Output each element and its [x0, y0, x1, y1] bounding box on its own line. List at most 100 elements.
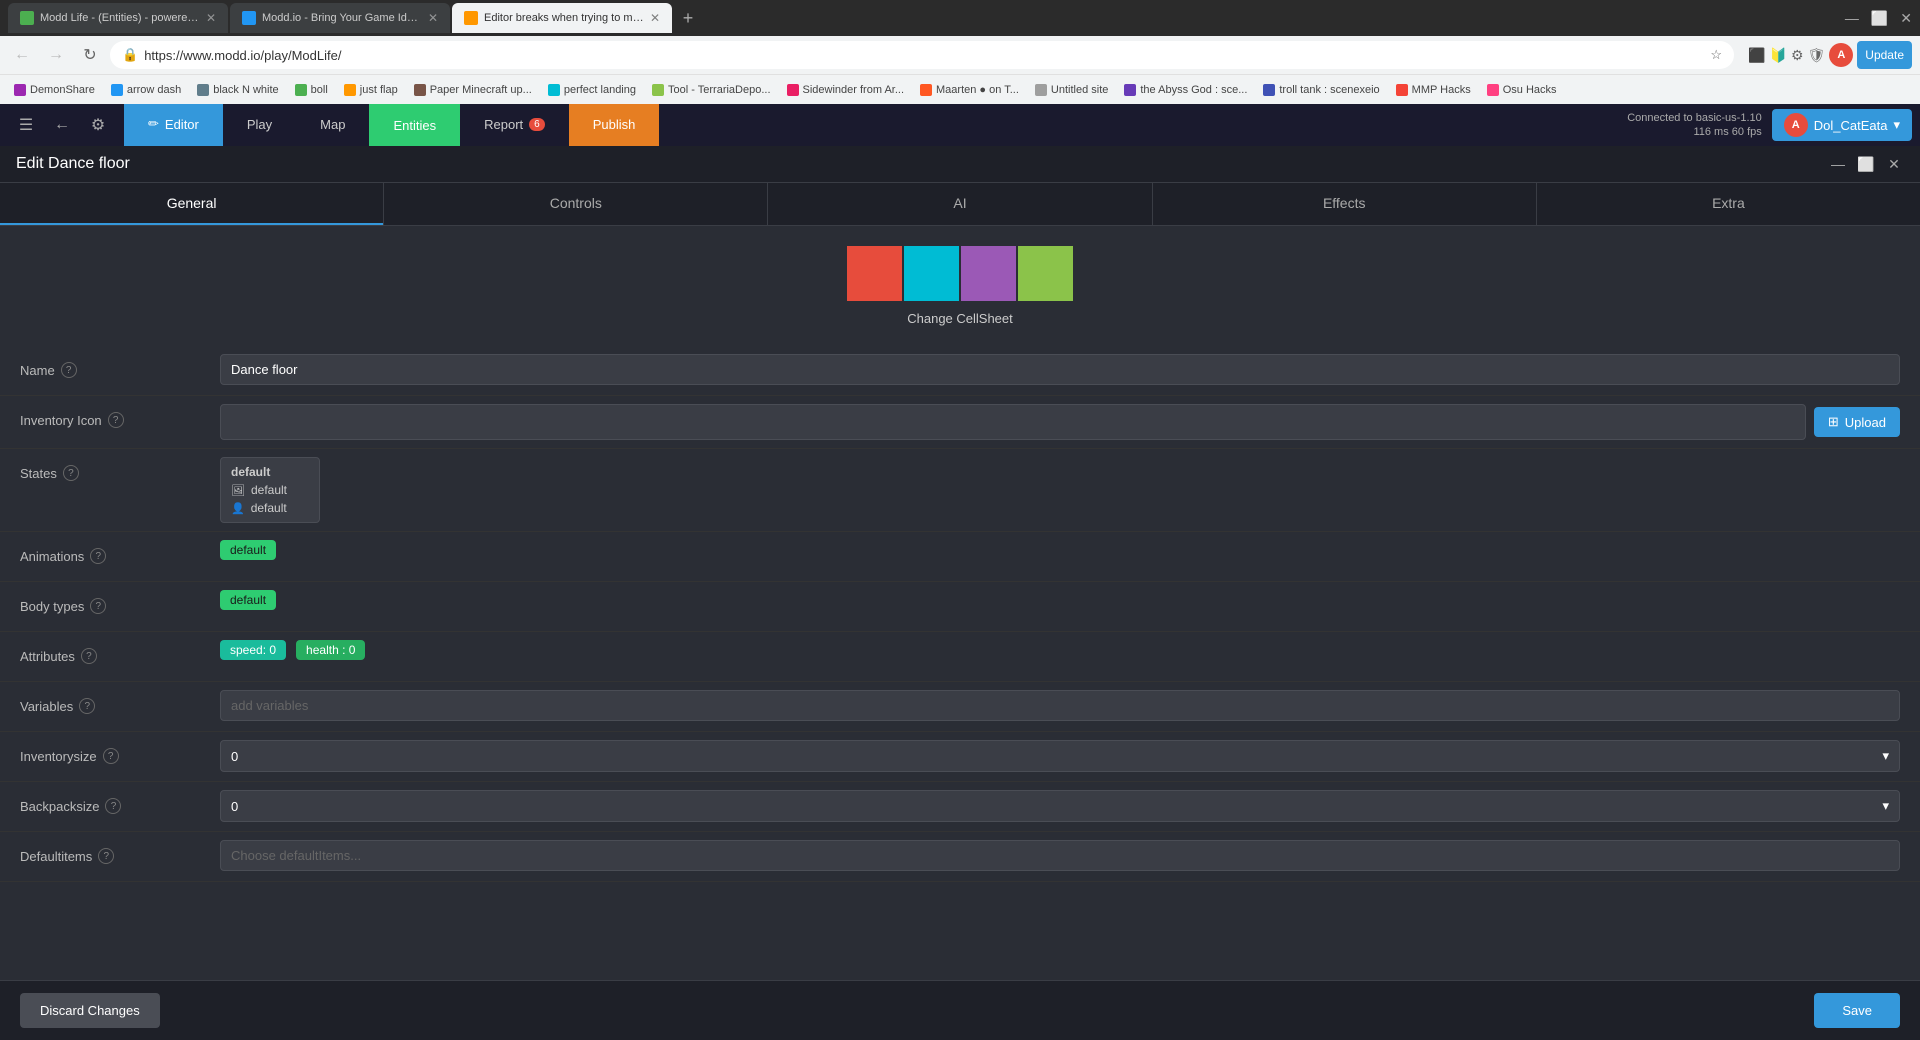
bookmark-trolltank[interactable]: troll tank : scenexeio [1257, 82, 1385, 98]
url-text: https://www.modd.io/play/ModLife/ [144, 48, 341, 63]
editor-icon: ✏ [148, 116, 159, 132]
backpacksize-dropdown[interactable]: 0 ▾ [220, 790, 1900, 822]
profile-avatar[interactable]: A [1829, 43, 1853, 67]
bookmark-untitled[interactable]: Untitled site [1029, 82, 1114, 98]
defaultitems-help-icon[interactable]: ? [98, 848, 114, 864]
bookmark-demonshare[interactable]: DemonShare [8, 82, 101, 98]
bookmark-sidewinder[interactable]: Sidewinder from Ar... [781, 82, 911, 98]
bookmark-terraria[interactable]: Tool - TerrariaDepo... [646, 82, 777, 98]
tab-close-1[interactable]: ✕ [206, 11, 216, 25]
inventorysize-help-icon[interactable]: ? [103, 748, 119, 764]
reload-button[interactable]: ↻ [76, 41, 104, 69]
discard-button[interactable]: Discard Changes [20, 993, 160, 1028]
tab-publish[interactable]: Publish [569, 104, 660, 146]
close-browser-icon[interactable]: ✕ [1900, 10, 1912, 27]
tab-controls[interactable]: Controls [384, 183, 767, 225]
bookmark-mmphacks[interactable]: MMP Hacks [1390, 82, 1477, 98]
defaultitems-label: Defaultitems ? [20, 840, 220, 864]
tab-entities[interactable]: Entities [369, 104, 460, 146]
restore-panel-button[interactable]: ⬜ [1856, 154, 1876, 174]
forward-button[interactable]: → [42, 41, 70, 69]
header-left: ☰ ← ⚙ [0, 109, 124, 141]
tab-report[interactable]: Report 6 [460, 104, 569, 146]
back-button[interactable]: ← [8, 41, 36, 69]
states-row: States ? default 🖼 default 👤 default [0, 449, 1920, 532]
attribute-health-tag[interactable]: health : 0 [296, 640, 365, 660]
bookmark-boll[interactable]: boll [289, 82, 334, 98]
extension-icon-3[interactable]: ⚙ [1791, 47, 1804, 64]
body-types-tag[interactable]: default [220, 590, 276, 610]
backpacksize-control: 0 ▾ [220, 790, 1900, 822]
animations-help-icon[interactable]: ? [90, 548, 106, 564]
bookmark-maarten[interactable]: Maarten ● on T... [914, 82, 1025, 98]
bookmark-perfectlanding[interactable]: perfect landing [542, 82, 642, 98]
inventorysize-control: 0 ▾ [220, 740, 1900, 772]
bookmark-justflap[interactable]: just flap [338, 82, 404, 98]
close-panel-button[interactable]: ✕ [1884, 154, 1904, 174]
browser-tab-3[interactable]: Editor breaks when trying to ma... ✕ [452, 3, 672, 33]
change-cellsheet-button[interactable]: Change CellSheet [907, 311, 1013, 326]
maximize-browser-icon[interactable]: ⬜ [1871, 10, 1888, 27]
name-input[interactable] [220, 354, 1900, 385]
states-help-icon[interactable]: ? [63, 465, 79, 481]
user-menu-button[interactable]: A Dol_CatEata ▾ [1772, 109, 1912, 141]
inventory-icon-input[interactable] [220, 404, 1806, 440]
defaultitems-input[interactable] [220, 840, 1900, 871]
upload-button[interactable]: ⊞ Upload [1814, 407, 1900, 437]
address-bar[interactable]: 🔒 https://www.modd.io/play/ModLife/ ☆ [110, 41, 1734, 69]
extension-icon-2[interactable]: 🔰 [1770, 47, 1787, 64]
bookmarks-bar: DemonShare arrow dash black N white boll… [0, 74, 1920, 104]
star-icon[interactable]: ☆ [1710, 47, 1722, 63]
tab-play[interactable]: Play [223, 104, 296, 146]
variables-input[interactable] [220, 690, 1900, 721]
name-help-icon[interactable]: ? [61, 362, 77, 378]
bookmark-arrowdash[interactable]: arrow dash [105, 82, 187, 98]
minimize-panel-button[interactable]: — [1828, 154, 1848, 174]
settings-icon[interactable]: ⚙ [82, 109, 114, 141]
defaultitems-control [220, 840, 1900, 871]
tab-close-3[interactable]: ✕ [650, 11, 660, 25]
new-tab-button[interactable]: + [674, 4, 702, 32]
app-header: ☰ ← ⚙ ✏ Editor Play Map Entities Report … [0, 104, 1920, 146]
bookmark-paperminecraft[interactable]: Paper Minecraft up... [408, 82, 538, 98]
tab-map[interactable]: Map [296, 104, 369, 146]
sprite-preview: Change CellSheet [0, 226, 1920, 346]
extension-icon-1[interactable]: ⬛ [1748, 47, 1765, 64]
minimize-browser-icon[interactable]: — [1845, 10, 1859, 26]
name-label: Name ? [20, 354, 220, 378]
editor-panel: Edit Dance floor — ⬜ ✕ General Controls … [0, 146, 1920, 1040]
tab-ai[interactable]: AI [768, 183, 1151, 225]
attributes-help-icon[interactable]: ? [81, 648, 97, 664]
tab-extra[interactable]: Extra [1537, 183, 1920, 225]
inventorysize-label: Inventorysize ? [20, 740, 220, 764]
browser-tab-1[interactable]: Modd Life - (Entities) - powered... ✕ [8, 3, 228, 33]
inventorysize-dropdown[interactable]: 0 ▾ [220, 740, 1900, 772]
back-icon[interactable]: ← [46, 109, 78, 141]
color-block-green [1018, 246, 1073, 301]
browser-tab-2[interactable]: Modd.io - Bring Your Game Idea... ✕ [230, 3, 450, 33]
backpacksize-help-icon[interactable]: ? [105, 798, 121, 814]
sprite-colors [847, 246, 1073, 301]
variables-help-icon[interactable]: ? [79, 698, 95, 714]
body-types-help-icon[interactable]: ? [90, 598, 106, 614]
connection-info: Connected to basic-us-1.10 116 ms 60 fps [1617, 111, 1772, 140]
bookmark-blacknwhite[interactable]: black N white [191, 82, 284, 98]
tab-editor[interactable]: ✏ Editor [124, 104, 223, 146]
inventory-icon-help[interactable]: ? [108, 412, 124, 428]
tab-close-2[interactable]: ✕ [428, 11, 438, 25]
animations-tag[interactable]: default [220, 540, 276, 560]
attribute-speed-tag[interactable]: speed: 0 [220, 640, 286, 660]
save-button[interactable]: Save [1814, 993, 1900, 1028]
tab-effects[interactable]: Effects [1153, 183, 1536, 225]
bookmark-osuhacks[interactable]: Osu Hacks [1481, 82, 1563, 98]
extension-icon-4[interactable]: 🛡 [1808, 47, 1826, 64]
menu-icon[interactable]: ☰ [10, 109, 42, 141]
states-control: default 🖼 default 👤 default [220, 457, 1900, 523]
bottom-bar: Discard Changes Save [0, 980, 1920, 1040]
user-avatar: A [1784, 113, 1808, 137]
bookmark-abyss[interactable]: the Abyss God : sce... [1118, 82, 1253, 98]
tab-general[interactable]: General [0, 183, 383, 225]
update-button[interactable]: Update [1857, 41, 1912, 69]
color-block-purple [961, 246, 1016, 301]
states-box[interactable]: default 🖼 default 👤 default [220, 457, 320, 523]
